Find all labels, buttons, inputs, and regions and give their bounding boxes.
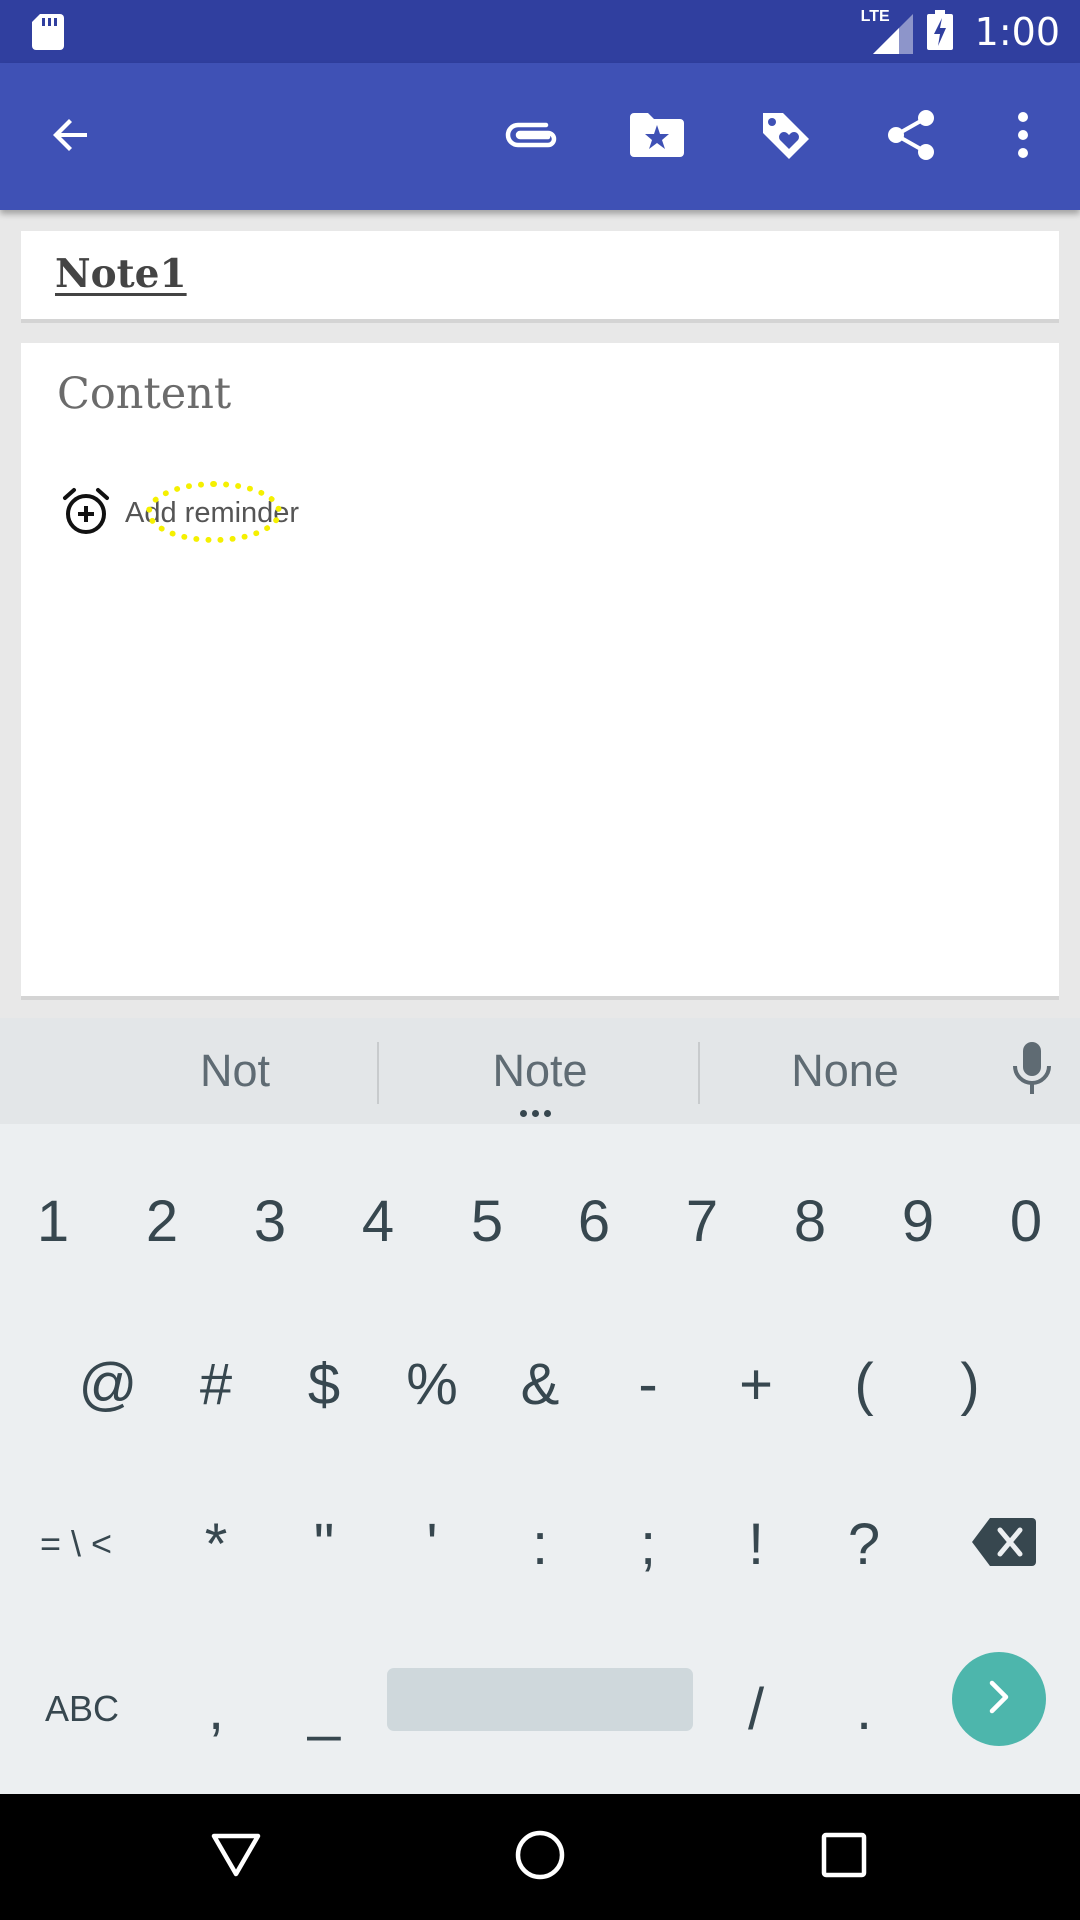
key-underscore[interactable]: _ xyxy=(279,1624,369,1794)
keyboard: Not Note None 1 2 3 4 5 6 7 8 9 0 @ # $ … xyxy=(0,1018,1080,1794)
backspace-icon xyxy=(972,1517,1036,1571)
folder-star-icon xyxy=(630,112,684,161)
key-2[interactable]: 2 xyxy=(117,1136,207,1306)
nav-recents-button[interactable] xyxy=(769,1794,919,1920)
note-title-input[interactable]: Note1 xyxy=(55,251,187,297)
key-exclamation[interactable]: ! xyxy=(711,1464,801,1624)
suggestion-strip: Not Note None xyxy=(0,1018,1080,1124)
key-more-symbols[interactable]: = \ < xyxy=(14,1464,138,1624)
content-card: Content Add reminder xyxy=(21,343,1059,1000)
voice-input-button[interactable] xyxy=(1000,1018,1064,1124)
key-semicolon[interactable]: ; xyxy=(603,1464,693,1624)
key-close-paren[interactable]: ) xyxy=(925,1304,1015,1464)
key-3[interactable]: 3 xyxy=(225,1136,315,1306)
navigation-bar xyxy=(0,1794,1080,1920)
key-5[interactable]: 5 xyxy=(442,1136,532,1306)
key-slash[interactable]: / xyxy=(711,1624,801,1794)
key-ampersand[interactable]: & xyxy=(495,1304,585,1464)
key-at[interactable]: @ xyxy=(63,1304,153,1464)
key-percent[interactable]: % xyxy=(387,1304,477,1464)
key-comma[interactable]: , xyxy=(171,1624,261,1794)
clock: 1:00 xyxy=(974,9,1060,54)
tap-highlight xyxy=(146,481,282,543)
nav-home-icon xyxy=(514,1829,566,1885)
key-double-quote[interactable]: " xyxy=(279,1464,369,1624)
key-9[interactable]: 9 xyxy=(873,1136,963,1306)
attachment-button[interactable] xyxy=(476,63,586,210)
key-1[interactable]: 1 xyxy=(8,1136,98,1306)
key-8[interactable]: 8 xyxy=(765,1136,855,1306)
suggestion-item[interactable]: Note xyxy=(380,1018,700,1124)
share-icon xyxy=(886,109,936,165)
suggestion-item[interactable]: None xyxy=(700,1018,990,1124)
space-bar[interactable] xyxy=(387,1668,693,1731)
key-enter[interactable] xyxy=(952,1652,1046,1746)
key-backspace[interactable] xyxy=(958,1464,1050,1624)
key-colon[interactable]: : xyxy=(495,1464,585,1624)
app-bar xyxy=(0,63,1080,210)
key-4[interactable]: 4 xyxy=(333,1136,423,1306)
network-label: LTE xyxy=(860,7,890,25)
attachment-icon xyxy=(502,115,560,159)
key-6[interactable]: 6 xyxy=(549,1136,639,1306)
chevron-right-icon xyxy=(986,1679,1012,1719)
key-abc[interactable]: ABC xyxy=(20,1624,144,1794)
tag-button[interactable] xyxy=(730,63,840,210)
key-open-paren[interactable]: ( xyxy=(819,1304,909,1464)
key-0[interactable]: 0 xyxy=(981,1136,1071,1306)
title-card: Note1 xyxy=(21,231,1059,323)
alarm-add-icon xyxy=(61,486,111,540)
key-hash[interactable]: # xyxy=(171,1304,261,1464)
back-arrow-icon xyxy=(47,111,95,163)
key-minus[interactable]: - xyxy=(603,1304,693,1464)
more-suggestions-dots xyxy=(520,1110,551,1117)
key-asterisk[interactable]: * xyxy=(171,1464,261,1624)
note-content-input[interactable]: Content xyxy=(57,369,231,419)
key-dollar[interactable]: $ xyxy=(279,1304,369,1464)
key-7[interactable]: 7 xyxy=(657,1136,747,1306)
back-button[interactable] xyxy=(16,63,126,210)
share-button[interactable] xyxy=(856,63,966,210)
key-question[interactable]: ? xyxy=(819,1464,909,1624)
battery-charging-icon xyxy=(926,9,953,54)
category-button[interactable] xyxy=(602,63,712,210)
more-vert-icon xyxy=(1017,111,1029,162)
status-bar: LTE 1:00 xyxy=(0,0,1080,63)
key-single-quote[interactable]: ' xyxy=(387,1464,477,1624)
signal-icon: LTE xyxy=(861,8,913,54)
tag-heart-icon xyxy=(759,109,811,165)
sd-card-icon xyxy=(32,14,64,54)
nav-back-icon xyxy=(210,1832,262,1882)
key-period[interactable]: . xyxy=(819,1624,909,1794)
suggestion-item[interactable]: Not xyxy=(55,1018,415,1124)
nav-back-button[interactable] xyxy=(161,1794,311,1920)
nav-recents-icon xyxy=(821,1832,867,1882)
suggestion-divider xyxy=(377,1042,379,1104)
overflow-menu-button[interactable] xyxy=(968,63,1078,210)
key-plus[interactable]: + xyxy=(711,1304,801,1464)
mic-icon xyxy=(1012,1042,1052,1100)
nav-home-button[interactable] xyxy=(465,1794,615,1920)
